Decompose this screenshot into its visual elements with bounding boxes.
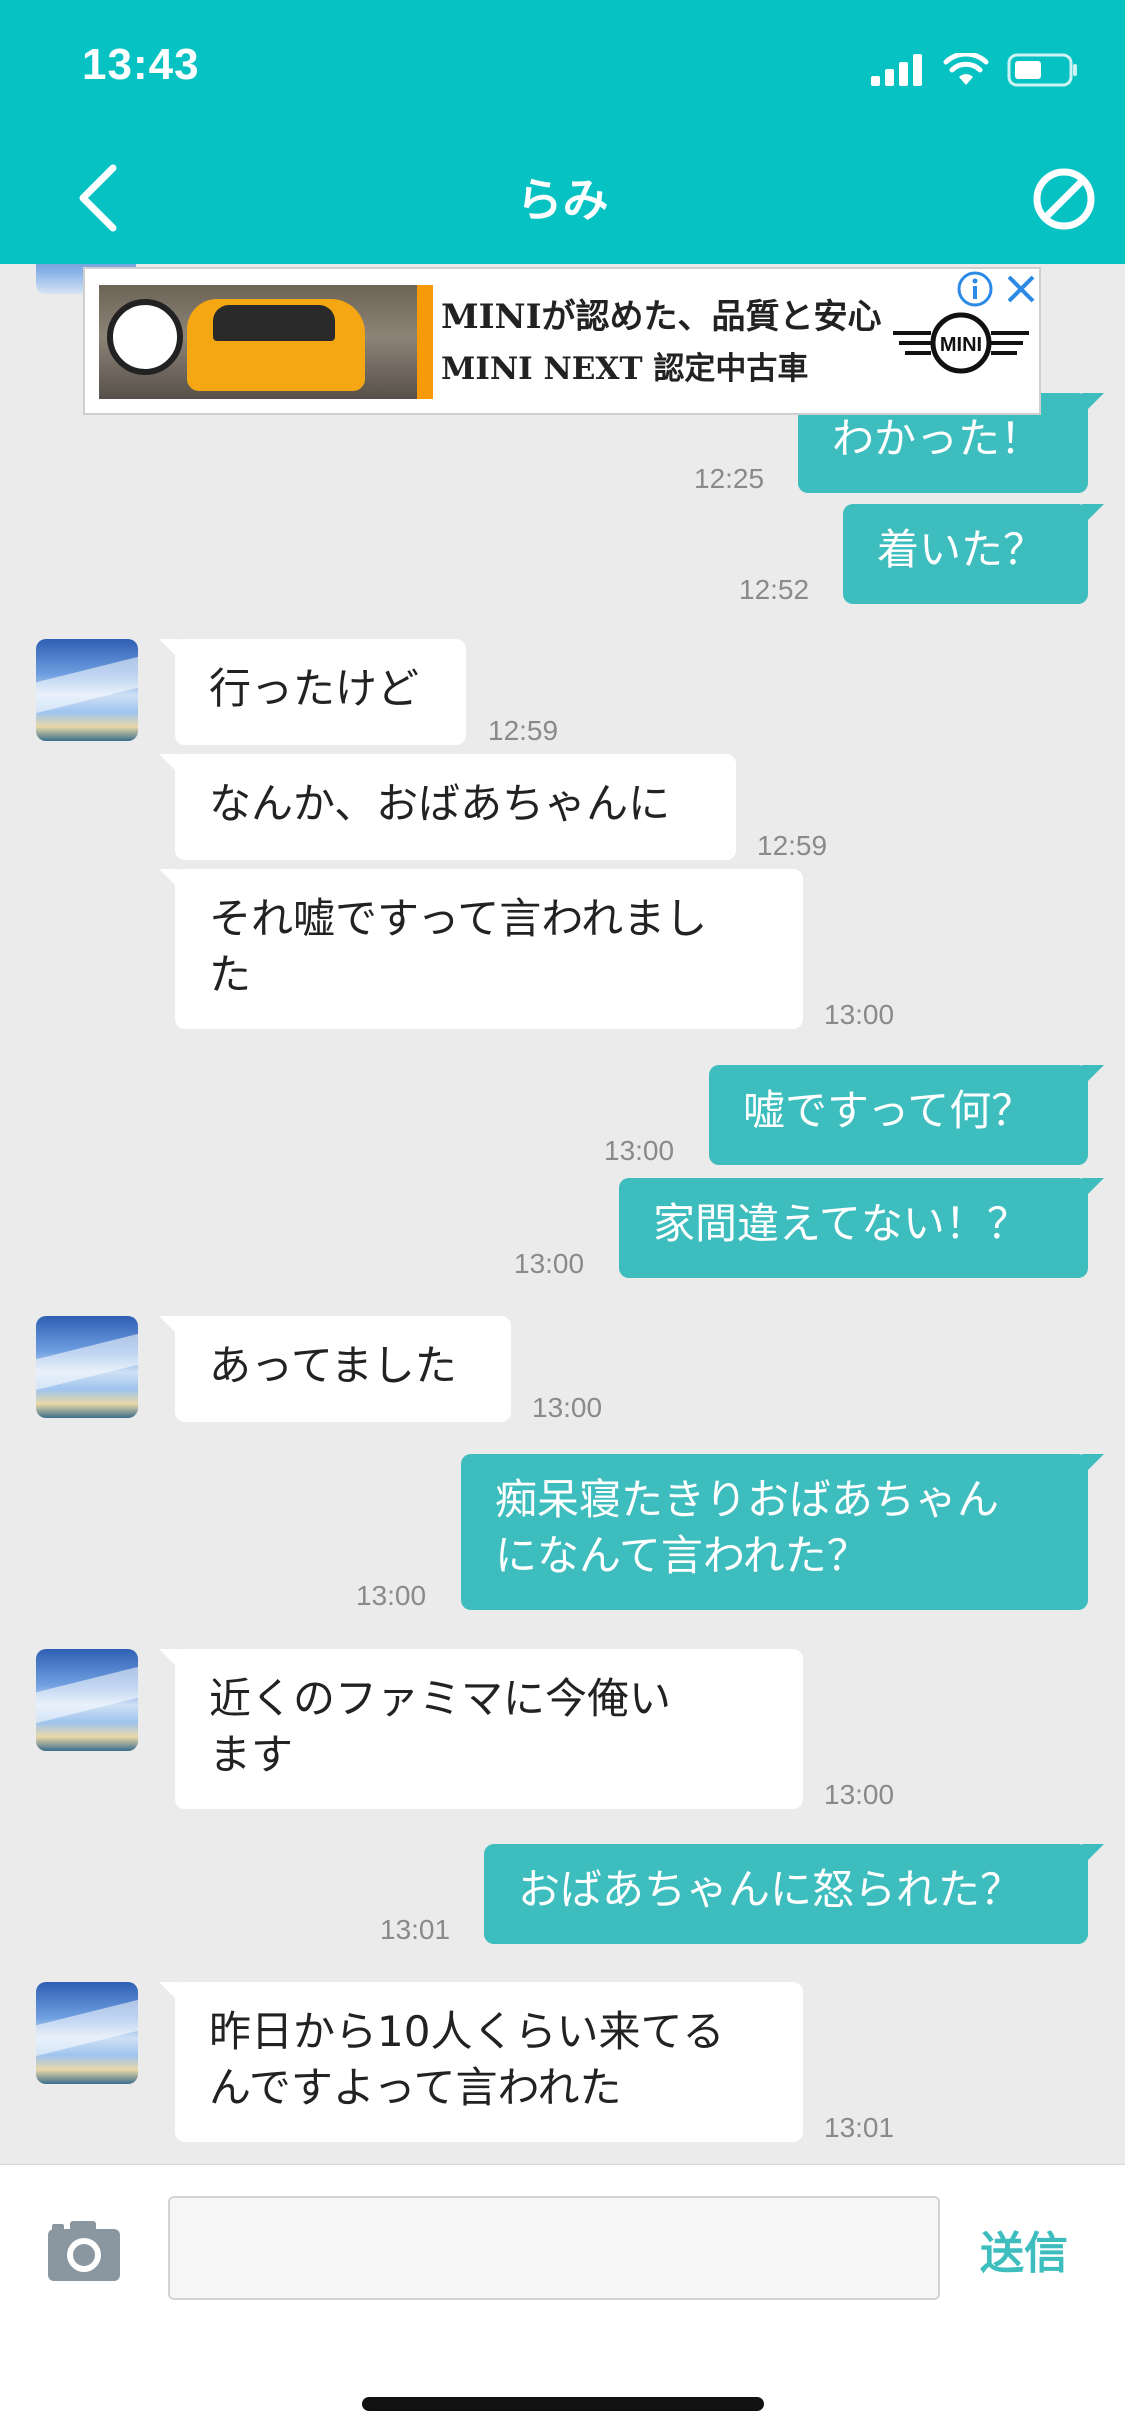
camera-icon[interactable] <box>44 2217 124 2285</box>
message-timestamp: 12:59 <box>757 830 828 861</box>
ad-badge-icon <box>107 299 183 375</box>
bubble-tail <box>1082 1178 1104 1200</box>
bubble-tail <box>1082 1844 1104 1866</box>
nav-bar: らみ <box>0 130 1125 264</box>
svg-text:MINI: MINI <box>940 334 982 356</box>
incoming-message[interactable]: 昨日から10人くらい来てる んですよって言われた <box>175 1982 803 2142</box>
bubble-tail <box>159 1316 181 1338</box>
message-timestamp: 13:00 <box>604 1135 675 1166</box>
message-timestamp: 12:25 <box>694 463 765 494</box>
ad-banner[interactable]: MINIが認めた、品質と安心 MINI NEXT 認定中古車 MINI <box>83 267 1041 415</box>
ad-headline: MINIが認めた、品質と安心 <box>441 297 882 337</box>
avatar[interactable] <box>36 1982 138 2084</box>
bubble-tail <box>1082 1454 1104 1476</box>
outgoing-message[interactable]: 嘘ですって何？ <box>709 1065 1088 1165</box>
incoming-message[interactable]: 行ったけど <box>175 639 466 745</box>
status-bar: 13:43 <box>0 0 1125 130</box>
mini-logo-icon: MINI <box>893 312 1029 374</box>
message-timestamp: 13:00 <box>532 1392 603 1423</box>
outgoing-message[interactable]: 着いた？ <box>843 504 1088 604</box>
incoming-message[interactable]: なんか、おばあちゃんに <box>175 754 736 860</box>
message-timestamp: 13:00 <box>824 999 895 1030</box>
message-timestamp: 13:01 <box>824 2112 895 2143</box>
status-time: 13:43 <box>82 40 200 89</box>
status-icons <box>871 50 1079 90</box>
car-window <box>213 305 335 341</box>
outgoing-message[interactable]: 家間違えてない！？ <box>619 1178 1088 1278</box>
signal-icon <box>871 54 922 86</box>
wifi-icon <box>943 53 989 85</box>
message-timestamp: 13:01 <box>380 1914 451 1945</box>
avatar[interactable] <box>36 1316 138 1418</box>
message-timestamp: 12:52 <box>739 574 810 605</box>
bubble-tail <box>159 1649 181 1671</box>
battery-icon <box>1007 53 1077 87</box>
incoming-message[interactable]: あってました <box>175 1316 511 1422</box>
bubble-tail <box>159 1982 181 2004</box>
incoming-message[interactable]: 近くのファミマに今俺い ます <box>175 1649 803 1809</box>
input-bar: 送信 <box>0 2164 1125 2436</box>
send-button[interactable]: 送信 <box>980 2217 1068 2281</box>
incoming-message[interactable]: それ嘘ですって言われまし た <box>175 869 803 1029</box>
bubble-tail <box>1082 1065 1104 1087</box>
home-indicator <box>362 2397 764 2411</box>
avatar[interactable] <box>36 639 138 741</box>
avatar[interactable] <box>36 1649 138 1751</box>
ad-image <box>99 285 417 399</box>
message-timestamp: 13:00 <box>824 1779 895 1810</box>
message-timestamp: 12:59 <box>488 715 559 746</box>
chat-title: らみ <box>516 173 609 227</box>
info-icon[interactable] <box>955 269 995 309</box>
message-timestamp: 13:00 <box>356 1580 427 1611</box>
outgoing-message[interactable]: 痴呆寝たきりおばあちゃん になんて言われた？ <box>461 1454 1088 1610</box>
ad-subline: MINI NEXT 認定中古車 <box>441 351 809 387</box>
close-icon[interactable] <box>1001 269 1041 309</box>
chat-area[interactable]: わかった！ 12:25 着いた？ 12:52 行ったけど 12:59 なんか、おばあちゃんに… <box>0 264 1125 2164</box>
message-input[interactable] <box>168 2196 940 2300</box>
outgoing-message[interactable]: おばあちゃんに怒られた？ <box>484 1844 1088 1944</box>
ad-accent-bar <box>417 285 433 399</box>
block-icon[interactable] <box>1031 166 1097 232</box>
message-timestamp: 13:00 <box>514 1248 585 1279</box>
